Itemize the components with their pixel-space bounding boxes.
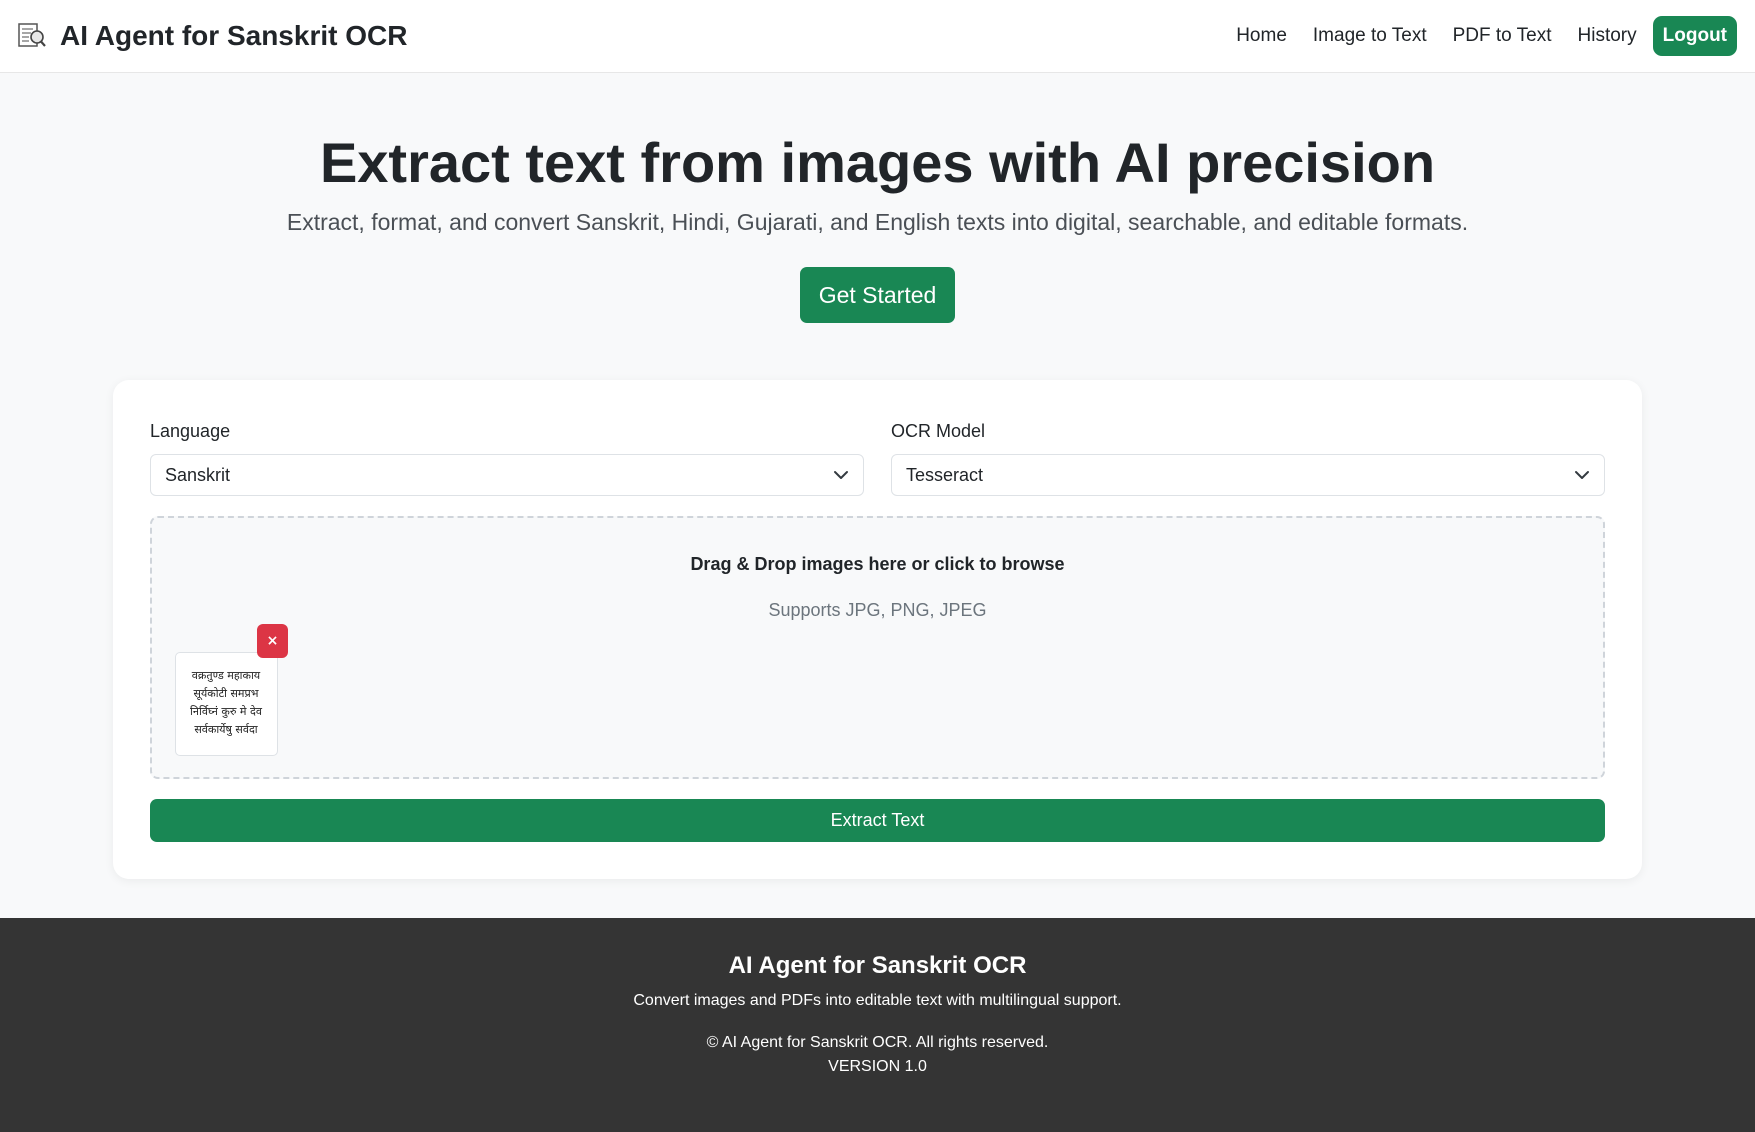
nav-links: Home Image to Text PDF to Text History L… — [1210, 16, 1737, 56]
brand[interactable]: AI Agent for Sanskrit OCR — [16, 20, 407, 52]
language-value: Sanskrit — [165, 464, 231, 485]
footer-title: AI Agent for Sanskrit OCR — [728, 952, 1027, 979]
thumb-line-2: सूर्यकोटी समप्रभ — [193, 687, 258, 701]
language-select[interactable]: Sanskrit — [150, 454, 864, 496]
footer-description: Convert images and PDFs into editable te… — [633, 992, 1122, 1009]
ocr-card: Language Sanskrit OCR Model Tesseract Dr… — [113, 380, 1642, 879]
nav-home[interactable]: Home — [1236, 25, 1287, 47]
extract-text-button[interactable]: Extract Text — [150, 799, 1605, 842]
nav-pdf-to-text[interactable]: PDF to Text — [1453, 25, 1552, 47]
image-dropzone[interactable]: Drag & Drop images here or click to brow… — [150, 516, 1605, 779]
hero-title: Extract text from images with AI precisi… — [319, 131, 1436, 194]
document-search-icon — [18, 23, 46, 47]
footer-version: VERSION 1.0 — [828, 1058, 927, 1075]
thumb-line-1: वक्रतुण्ड महाकाय — [192, 669, 261, 682]
hero-subtitle: Extract, format, and convert Sanskrit, H… — [286, 209, 1469, 235]
dropzone-title: Drag & Drop images here or click to brow… — [690, 554, 1065, 574]
get-started-button[interactable]: Get Started — [800, 267, 955, 323]
chevron-down-icon — [834, 471, 848, 479]
logout-button[interactable]: Logout — [1652, 16, 1737, 56]
chevron-down-icon — [1575, 471, 1589, 479]
dropzone-formats: Supports JPG, PNG, JPEG — [768, 600, 987, 620]
remove-image-button[interactable]: × — [257, 624, 288, 658]
ocr-model-value: Tesseract — [906, 464, 984, 485]
uploaded-image-thumbnail: वक्रतुण्ड महाकाय सूर्यकोटी समप्रभ निर्वि… — [175, 652, 278, 756]
language-label: Language — [150, 421, 231, 441]
ocr-model-label: OCR Model — [891, 421, 986, 441]
thumb-line-3: निर्विघ्नं कुरु मे देव — [190, 705, 263, 718]
nav-image-to-text[interactable]: Image to Text — [1313, 25, 1427, 47]
top-navbar: AI Agent for Sanskrit OCR Home Image to … — [0, 0, 1755, 73]
sanskrit-text-image: वक्रतुण्ड महाकाय सूर्यकोटी समप्रभ निर्वि… — [190, 669, 263, 736]
nav-history[interactable]: History — [1578, 25, 1637, 47]
footer-copyright: © AI Agent for Sanskrit OCR. All rights … — [706, 1034, 1049, 1051]
thumb-line-4: सर्वकार्येषु सर्वदा — [194, 723, 257, 736]
ocr-model-select[interactable]: Tesseract — [891, 454, 1605, 496]
brand-title: AI Agent for Sanskrit OCR — [60, 20, 408, 51]
footer: AI Agent for Sanskrit OCR Convert images… — [0, 918, 1755, 1132]
